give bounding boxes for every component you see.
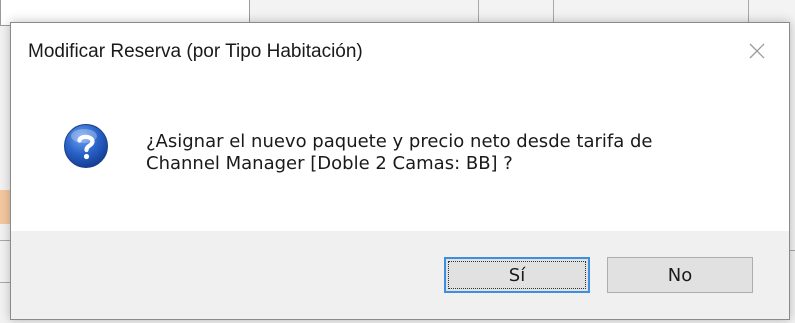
close-button[interactable] — [737, 33, 777, 69]
background-divider — [748, 0, 749, 22]
background-divider — [553, 0, 554, 22]
dialog-title: Modificar Reserva (por Tipo Habitación) — [28, 41, 363, 62]
background-divider — [478, 0, 479, 22]
dialog-content: ¿Asignar el nuevo paquete y precio neto … — [11, 81, 789, 231]
no-button[interactable]: No — [607, 257, 753, 293]
background-divider — [0, 282, 10, 283]
yes-button[interactable]: Sí — [444, 257, 590, 293]
question-icon — [64, 124, 108, 168]
dialog-title-bar: Modificar Reserva (por Tipo Habitación) — [11, 23, 789, 81]
background-divider — [0, 240, 10, 241]
dialog-footer: Sí No — [11, 231, 789, 319]
dialog-message: ¿Asignar el nuevo paquete y precio neto … — [146, 131, 653, 174]
close-icon — [749, 43, 765, 59]
background-highlight — [0, 190, 10, 224]
message-dialog: Modificar Reserva (por Tipo Habitación) … — [10, 22, 790, 320]
